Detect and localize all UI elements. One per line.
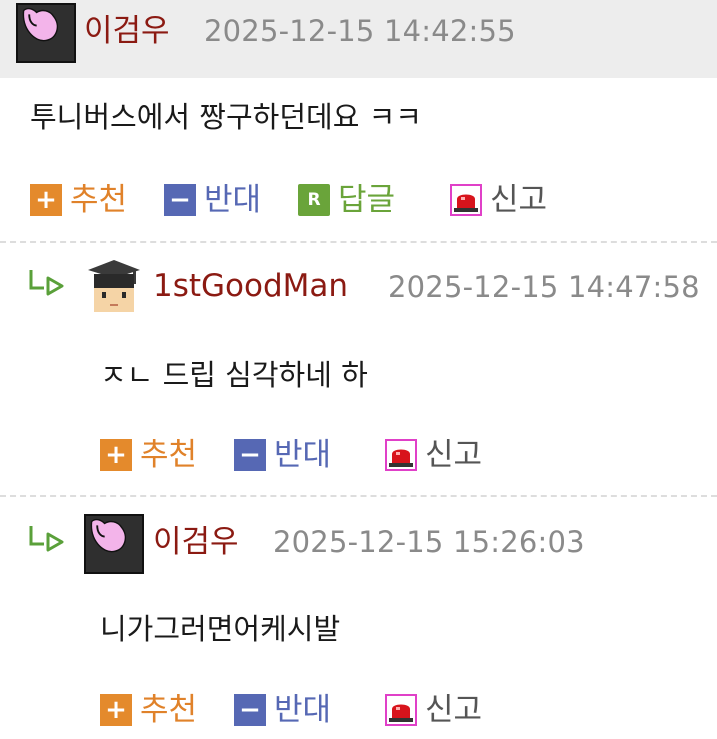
reply-r-icon: R <box>298 184 330 216</box>
comment-timestamp: 2025-12-15 14:42:55 <box>204 14 516 48</box>
downvote-button[interactable]: − 반대 <box>234 439 331 471</box>
comment-timestamp: 2025-12-15 15:26:03 <box>273 525 585 559</box>
downvote-label: 반대 <box>204 181 262 218</box>
comment-username[interactable]: 이검우 <box>153 527 239 558</box>
siren-icon <box>385 439 417 471</box>
reply-arrow-icon <box>29 526 64 552</box>
comment-content: ㅈㄴ 드립 심각하네 하 <box>100 358 368 392</box>
report-label: 신고 <box>425 436 483 473</box>
report-button[interactable]: 신고 <box>385 439 482 471</box>
minus-icon: − <box>234 439 266 471</box>
report-label: 신고 <box>490 181 548 218</box>
pink-blob-avatar-icon <box>86 516 142 572</box>
upvote-label: 추천 <box>140 691 198 728</box>
comment-thread: 이검우 2025-12-15 14:42:55 투니버스에서 짱구하던데요 ㅋㅋ… <box>0 0 717 739</box>
avatar[interactable] <box>16 3 76 63</box>
downvote-label: 반대 <box>274 436 332 473</box>
plus-icon: + <box>100 439 132 471</box>
downvote-button[interactable]: − 반대 <box>164 184 261 216</box>
upvote-button[interactable]: + 추천 <box>100 694 197 726</box>
upvote-label: 추천 <box>140 436 198 473</box>
comment-username[interactable]: 이검우 <box>84 16 170 47</box>
minus-icon: − <box>164 184 196 216</box>
reply-arrow-icon <box>29 270 64 296</box>
plus-icon: + <box>30 184 62 216</box>
reply-button[interactable]: R 답글 <box>298 184 395 216</box>
siren-icon <box>450 184 482 216</box>
comment-content: 투니버스에서 짱구하던데요 ㅋㅋ <box>30 100 422 134</box>
plus-icon: + <box>100 694 132 726</box>
downvote-label: 반대 <box>274 691 332 728</box>
comment-username[interactable]: 1stGoodMan <box>153 271 348 302</box>
avatar[interactable] <box>84 514 144 574</box>
comment-divider <box>0 241 717 243</box>
reply-label: 답글 <box>338 181 396 218</box>
report-label: 신고 <box>425 691 483 728</box>
downvote-button[interactable]: − 반대 <box>234 694 331 726</box>
graduate-avatar-icon <box>84 258 144 318</box>
upvote-button[interactable]: + 추천 <box>30 184 127 216</box>
comment-content: 니가그러면어케시발 <box>100 612 341 646</box>
report-button[interactable]: 신고 <box>385 694 482 726</box>
avatar[interactable] <box>84 258 144 318</box>
siren-icon <box>385 694 417 726</box>
report-button[interactable]: 신고 <box>450 184 547 216</box>
comment-timestamp: 2025-12-15 14:47:58 <box>388 270 700 304</box>
upvote-button[interactable]: + 추천 <box>100 439 197 471</box>
pink-blob-avatar-icon <box>18 5 74 61</box>
upvote-label: 추천 <box>70 181 128 218</box>
comment-divider <box>0 495 717 497</box>
minus-icon: − <box>234 694 266 726</box>
